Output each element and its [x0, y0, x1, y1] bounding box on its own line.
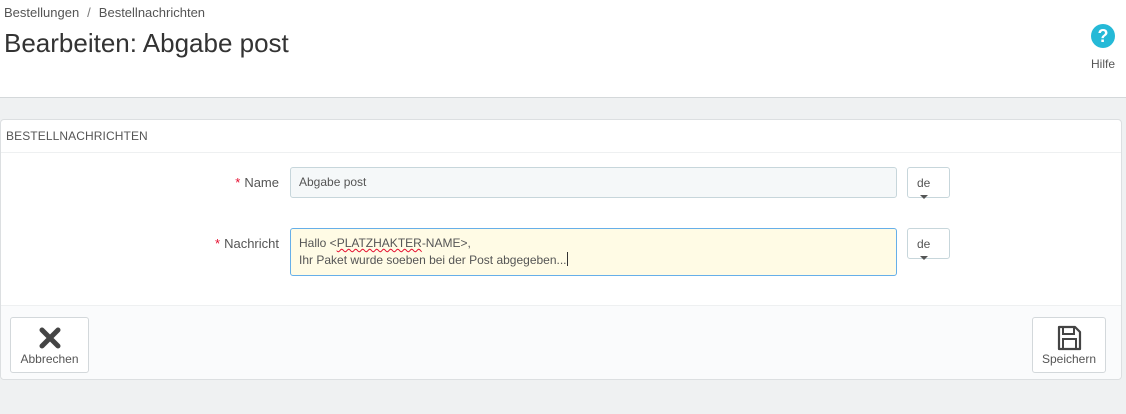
breadcrumb: Bestellungen / Bestellnachrichten — [4, 5, 205, 20]
message-misspelled-word: PLATZHAKTER — [336, 236, 422, 250]
name-language-dropdown[interactable]: de — [907, 167, 950, 199]
page-title: Bearbeiten: Abgabe post — [4, 28, 289, 58]
cancel-label: Abbrechen — [20, 352, 79, 366]
message-label-text: Nachricht — [224, 236, 279, 251]
panel-heading: Bestellnachrichten — [1, 120, 1121, 153]
name-label: * Name — [235, 175, 279, 190]
save-label: Speichern — [1041, 352, 1097, 366]
help-label[interactable]: Hilfe — [1088, 57, 1118, 71]
required-marker: * — [215, 236, 221, 251]
save-button[interactable]: Speichern — [1032, 317, 1106, 373]
cancel-button[interactable]: Abbrechen — [10, 317, 89, 373]
name-label-text: Name — [244, 175, 279, 190]
breadcrumb-item-orders[interactable]: Bestellungen — [4, 5, 79, 20]
text-cursor — [566, 252, 568, 266]
close-icon — [11, 324, 88, 352]
floppy-disk-icon — [1033, 324, 1105, 352]
question-circle-icon[interactable]: ? — [1091, 24, 1115, 48]
message-language-label: de — [917, 237, 931, 251]
panel-footer: Abbrechen Speichern — [1, 305, 1121, 379]
caret-down-icon — [920, 195, 928, 199]
message-line2: Ihr Paket wurde soeben bei der Post abge… — [299, 253, 567, 267]
caret-down-icon — [920, 256, 928, 260]
breadcrumb-separator: / — [87, 5, 91, 20]
message-language-dropdown[interactable]: de — [907, 228, 950, 260]
required-marker: * — [235, 175, 241, 190]
message-line1-suffix: -NAME>, — [421, 236, 471, 250]
name-input[interactable]: Abgabe post — [290, 167, 897, 198]
message-textarea[interactable]: Hallo <PLATZHAKTER-NAME>, Ihr Paket wurd… — [290, 228, 897, 276]
breadcrumb-item-order-messages[interactable]: Bestellnachrichten — [99, 5, 205, 20]
message-line1-prefix: Hallo < — [299, 236, 337, 250]
message-label: * Nachricht — [215, 236, 279, 251]
name-language-label: de — [917, 176, 931, 190]
page-header: Bestellungen / Bestellnachrichten Bearbeit… — [0, 0, 1126, 98]
order-message-panel: Bestellnachrichten * Name Abgabe post de … — [0, 119, 1122, 380]
help-button[interactable]: ? Hilfe — [1088, 24, 1118, 71]
